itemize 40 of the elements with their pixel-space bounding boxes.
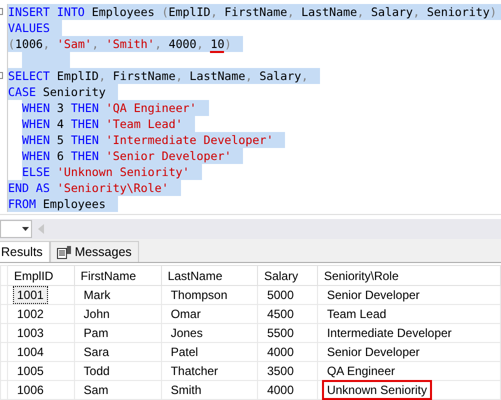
table-cell-text: Thatcher — [170, 363, 220, 380]
zoom-dropdown[interactable] — [0, 220, 32, 238]
table-cell-text: Senior Developer — [326, 344, 421, 360]
table-cell-text: 5000 — [266, 287, 295, 304]
table-cell-text: Sara — [82, 344, 110, 360]
table-cell-text: Patel — [170, 344, 200, 360]
tab[interactable]: Messages — [50, 241, 139, 262]
table-cell-text: John — [82, 306, 111, 322]
caret-icon — [22, 226, 29, 231]
column-header[interactable]: LastName — [161, 266, 258, 286]
table-cell-text: 4000 — [266, 382, 295, 398]
table-cell-text: 3500 — [266, 363, 295, 380]
table-cell-text: Todd — [82, 363, 111, 380]
table-cell-text: Smith — [170, 382, 202, 398]
tab[interactable]: Results — [0, 241, 50, 262]
table-cell-text: 1006 — [16, 382, 45, 398]
table-cell-text: Mark — [82, 287, 112, 304]
table-cell: 1001 — [14, 287, 47, 304]
table-cell-text: Intermediate Developer — [326, 325, 453, 342]
table-cell: Unknown Seniority — [324, 382, 430, 398]
table-cell-text: Thompson — [170, 287, 228, 304]
column-header[interactable]: EmplID — [8, 266, 74, 286]
table-cell-text: 1005 — [16, 363, 45, 380]
table-cell-text: 4000 — [266, 344, 295, 360]
table-cell-text: QA Engineer — [326, 363, 396, 380]
table-cell-text: Jones — [170, 325, 204, 342]
table-cell-text: 5500 — [266, 325, 295, 342]
table-cell-text: 1003 — [16, 325, 45, 342]
table-cell-text: Team Lead — [326, 306, 388, 322]
table-cell-text: 1004 — [16, 344, 45, 360]
table-cell-text: Omar — [170, 306, 202, 322]
column-header[interactable]: Seniority\Role — [317, 266, 500, 286]
table-cell-text: Senior Developer — [326, 287, 421, 304]
messages-icon — [56, 246, 71, 259]
table-cell-text: Sam — [82, 382, 110, 398]
table-cell-text: Pam — [82, 325, 110, 342]
column-header[interactable]: Salary — [258, 266, 318, 286]
table-cell-text: 4500 — [266, 306, 295, 322]
column-header[interactable]: FirstName — [74, 266, 162, 286]
table-cell-text: 1002 — [16, 306, 45, 322]
